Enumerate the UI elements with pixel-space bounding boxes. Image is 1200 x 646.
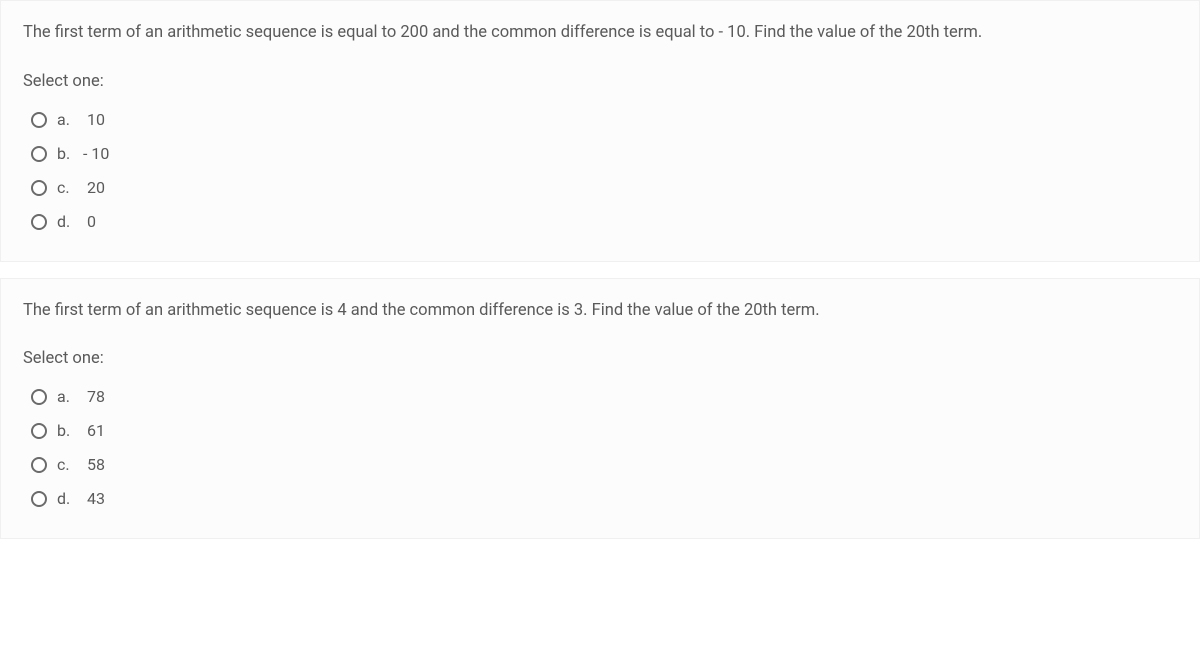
radio-icon[interactable]: [31, 389, 47, 405]
radio-icon[interactable]: [31, 112, 47, 128]
option-letter: b.: [57, 419, 79, 443]
option-value: 58: [83, 453, 105, 477]
option-value: 20: [83, 176, 105, 200]
option-row-d[interactable]: d. 43: [31, 482, 1177, 516]
options-list: a. 78 b. 61 c. 58 d. 43: [23, 380, 1177, 516]
option-letter: c.: [57, 176, 79, 200]
option-value: 10: [83, 108, 105, 132]
radio-icon[interactable]: [31, 146, 47, 162]
question-block-2: The first term of an arithmetic sequence…: [0, 278, 1200, 540]
option-letter: d.: [57, 487, 79, 511]
question-text: The first term of an arithmetic sequence…: [23, 21, 1177, 46]
option-value: 78: [83, 385, 105, 409]
radio-icon[interactable]: [31, 491, 47, 507]
radio-icon[interactable]: [31, 214, 47, 230]
option-letter: d.: [57, 210, 79, 234]
question-text: The first term of an arithmetic sequence…: [23, 299, 1177, 324]
question-block-1: The first term of an arithmetic sequence…: [0, 0, 1200, 262]
option-row-a[interactable]: a. 10: [31, 103, 1177, 137]
option-letter: a.: [57, 385, 79, 409]
option-letter: b.: [57, 142, 79, 166]
option-letter: c.: [57, 453, 79, 477]
option-letter: a.: [57, 108, 79, 132]
radio-icon[interactable]: [31, 457, 47, 473]
option-value: 0: [83, 210, 96, 234]
options-list: a. 10 b. - 10 c. 20 d. 0: [23, 103, 1177, 239]
option-row-d[interactable]: d. 0: [31, 205, 1177, 239]
radio-icon[interactable]: [31, 180, 47, 196]
option-row-c[interactable]: c. 20: [31, 171, 1177, 205]
option-row-b[interactable]: b. 61: [31, 414, 1177, 448]
option-value: - 10: [83, 142, 109, 166]
option-row-c[interactable]: c. 58: [31, 448, 1177, 482]
option-row-a[interactable]: a. 78: [31, 380, 1177, 414]
option-value: 61: [83, 419, 105, 443]
radio-icon[interactable]: [31, 423, 47, 439]
option-value: 43: [83, 487, 105, 511]
select-prompt: Select one:: [23, 347, 1177, 372]
select-prompt: Select one:: [23, 70, 1177, 95]
option-row-b[interactable]: b. - 10: [31, 137, 1177, 171]
